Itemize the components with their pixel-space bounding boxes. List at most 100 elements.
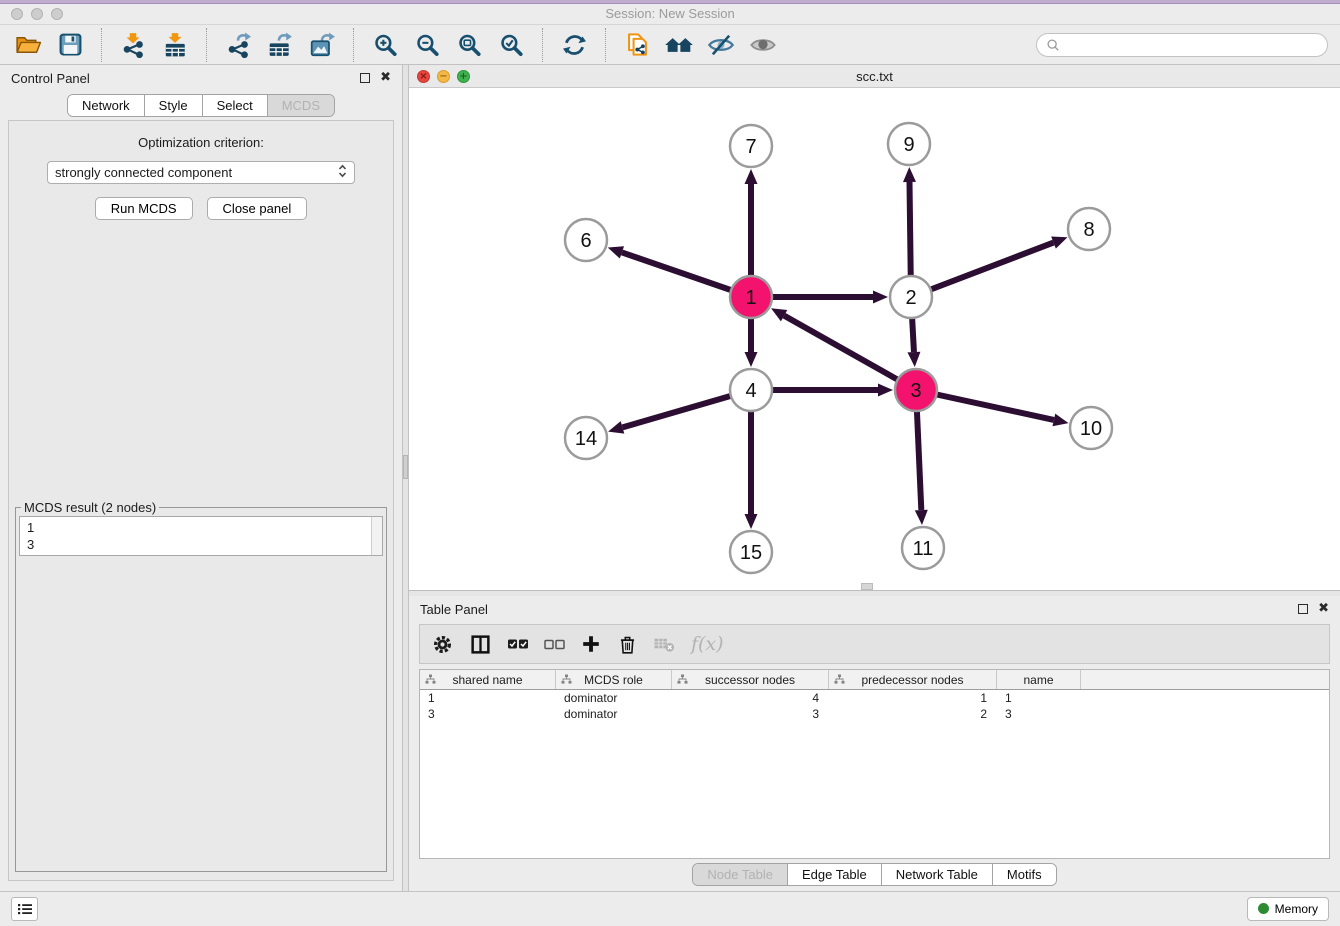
graph-edge-arrowhead bbox=[608, 421, 624, 433]
select-all-check-icon[interactable] bbox=[507, 636, 529, 652]
graph-node-label: 14 bbox=[575, 428, 597, 450]
graph-edge-arrowhead bbox=[745, 514, 758, 529]
table-panel-title: Table Panel bbox=[420, 602, 488, 617]
table-panel: Table Panel ✖ bbox=[409, 596, 1340, 891]
export-image-icon[interactable] bbox=[306, 29, 338, 61]
toolbar-separator bbox=[206, 28, 207, 62]
column-header-name[interactable]: name bbox=[997, 670, 1081, 689]
mcds-result-list: 1 3 bbox=[20, 517, 371, 555]
reset-home-icon[interactable] bbox=[663, 29, 695, 61]
graph-edge-arrowhead bbox=[1051, 236, 1067, 248]
tab-mcds[interactable]: MCDS bbox=[267, 95, 334, 116]
run-mcds-button[interactable]: Run MCDS bbox=[95, 197, 193, 220]
graph-node-label: 7 bbox=[745, 136, 756, 158]
search-icon bbox=[1046, 38, 1060, 52]
zoom-out-icon[interactable] bbox=[411, 29, 443, 61]
show-columns-icon[interactable] bbox=[469, 633, 492, 656]
table-tab-bar: Node Table Edge Table Network Table Moti… bbox=[692, 863, 1056, 886]
tab-motifs[interactable]: Motifs bbox=[992, 864, 1056, 885]
import-network-icon[interactable] bbox=[117, 29, 149, 61]
tab-edge-table[interactable]: Edge Table bbox=[787, 864, 881, 885]
hide-graphics-details-icon[interactable] bbox=[705, 29, 737, 61]
tab-select[interactable]: Select bbox=[202, 95, 267, 116]
graph-edge-2-8[interactable] bbox=[911, 243, 1054, 297]
column-header-filler bbox=[1081, 670, 1329, 689]
close-table-panel-icon[interactable]: ✖ bbox=[1318, 604, 1329, 614]
node-table: shared name MCDS role successor nodes pr… bbox=[419, 669, 1330, 859]
table-header-row: shared name MCDS role successor nodes pr… bbox=[420, 670, 1329, 690]
table-cell: 1 bbox=[997, 690, 1081, 706]
table-toolbar: f(x) bbox=[419, 624, 1330, 664]
list-icon bbox=[17, 902, 33, 916]
app-title: Session: New Session bbox=[0, 6, 1340, 21]
memory-label: Memory bbox=[1275, 902, 1318, 916]
control-panel-tab-bar: Network Style Select MCDS bbox=[67, 94, 335, 117]
save-session-icon[interactable] bbox=[54, 29, 86, 61]
table-row[interactable]: 3dominator323 bbox=[420, 706, 1329, 722]
network-canvas[interactable]: 7968124314101511 bbox=[409, 88, 1340, 590]
clone-network-icon[interactable] bbox=[621, 29, 653, 61]
zoom-selected-icon[interactable] bbox=[495, 29, 527, 61]
graph-node-label: 10 bbox=[1080, 418, 1102, 440]
zoom-in-icon[interactable] bbox=[369, 29, 401, 61]
status-bar: Memory bbox=[0, 891, 1340, 925]
float-panel-icon[interactable] bbox=[360, 73, 370, 83]
toolbar-separator bbox=[353, 28, 354, 62]
result-scrollbar[interactable] bbox=[371, 517, 382, 555]
search-input[interactable] bbox=[1065, 37, 1318, 52]
graph-edge-arrowhead bbox=[1052, 414, 1068, 427]
export-table-icon[interactable] bbox=[264, 29, 296, 61]
panel-splitter[interactable] bbox=[402, 65, 409, 891]
import-table-icon[interactable] bbox=[159, 29, 191, 61]
table-cell: 1 bbox=[420, 690, 556, 706]
canvas-splitter-handle[interactable] bbox=[861, 583, 873, 590]
graph-edge-arrowhead bbox=[878, 384, 893, 397]
float-table-panel-icon[interactable] bbox=[1298, 604, 1308, 614]
export-network-icon[interactable] bbox=[222, 29, 254, 61]
close-panel-button[interactable]: Close panel bbox=[207, 197, 308, 220]
tab-style[interactable]: Style bbox=[144, 95, 202, 116]
column-header-shared-name[interactable]: shared name bbox=[420, 670, 556, 689]
toolbar-separator bbox=[605, 28, 606, 62]
table-cell: 4 bbox=[672, 690, 829, 706]
network-graph[interactable]: 7968124314101511 bbox=[409, 88, 1339, 590]
criterion-select[interactable]: strongly connected component bbox=[47, 161, 355, 184]
column-header-mcds-role[interactable]: MCDS role bbox=[556, 670, 672, 689]
table-row[interactable]: 1dominator411 bbox=[420, 690, 1329, 706]
control-panel: Control Panel ✖ Network Style Select MCD… bbox=[0, 65, 402, 891]
column-header-predecessor-nodes[interactable]: predecessor nodes bbox=[829, 670, 997, 689]
table-cell: 3 bbox=[997, 706, 1081, 722]
splitter-handle[interactable] bbox=[403, 455, 408, 479]
table-settings-gear-icon[interactable] bbox=[431, 633, 454, 656]
delete-table-icon bbox=[653, 635, 676, 653]
toolbar-separator bbox=[101, 28, 102, 62]
toolbar-separator bbox=[542, 28, 543, 62]
mcds-panel-body: Optimization criterion: strongly connect… bbox=[8, 120, 394, 881]
graph-node-label: 1 bbox=[745, 287, 756, 309]
graph-node-label: 15 bbox=[740, 542, 762, 564]
graph-edge-3-1[interactable] bbox=[784, 316, 916, 390]
task-history-button[interactable] bbox=[11, 897, 38, 921]
close-panel-icon[interactable]: ✖ bbox=[380, 73, 391, 83]
app-titlebar: Session: New Session bbox=[0, 4, 1340, 25]
refresh-view-icon[interactable] bbox=[558, 29, 590, 61]
show-graphics-details-icon[interactable] bbox=[747, 29, 779, 61]
tab-node-table[interactable]: Node Table bbox=[693, 864, 787, 885]
global-search[interactable] bbox=[1036, 33, 1328, 57]
mcds-result-box: MCDS result (2 nodes) 1 3 bbox=[15, 500, 387, 872]
graph-edge-arrowhead bbox=[608, 246, 624, 258]
open-session-icon[interactable] bbox=[12, 29, 44, 61]
deselect-all-icon[interactable] bbox=[544, 637, 565, 652]
table-cell: 1 bbox=[829, 690, 997, 706]
tab-network-table[interactable]: Network Table bbox=[881, 864, 992, 885]
add-row-icon[interactable] bbox=[580, 633, 602, 655]
tab-network[interactable]: Network bbox=[68, 95, 144, 116]
table-cell: dominator bbox=[556, 690, 672, 706]
memory-button[interactable]: Memory bbox=[1247, 897, 1329, 921]
column-header-successor-nodes[interactable]: successor nodes bbox=[672, 670, 829, 689]
select-stepper-icon bbox=[338, 163, 347, 182]
zoom-fit-icon[interactable] bbox=[453, 29, 485, 61]
delete-row-icon[interactable] bbox=[617, 633, 638, 656]
table-cell: 3 bbox=[420, 706, 556, 722]
mcds-result-title: MCDS result (2 nodes) bbox=[21, 500, 159, 515]
